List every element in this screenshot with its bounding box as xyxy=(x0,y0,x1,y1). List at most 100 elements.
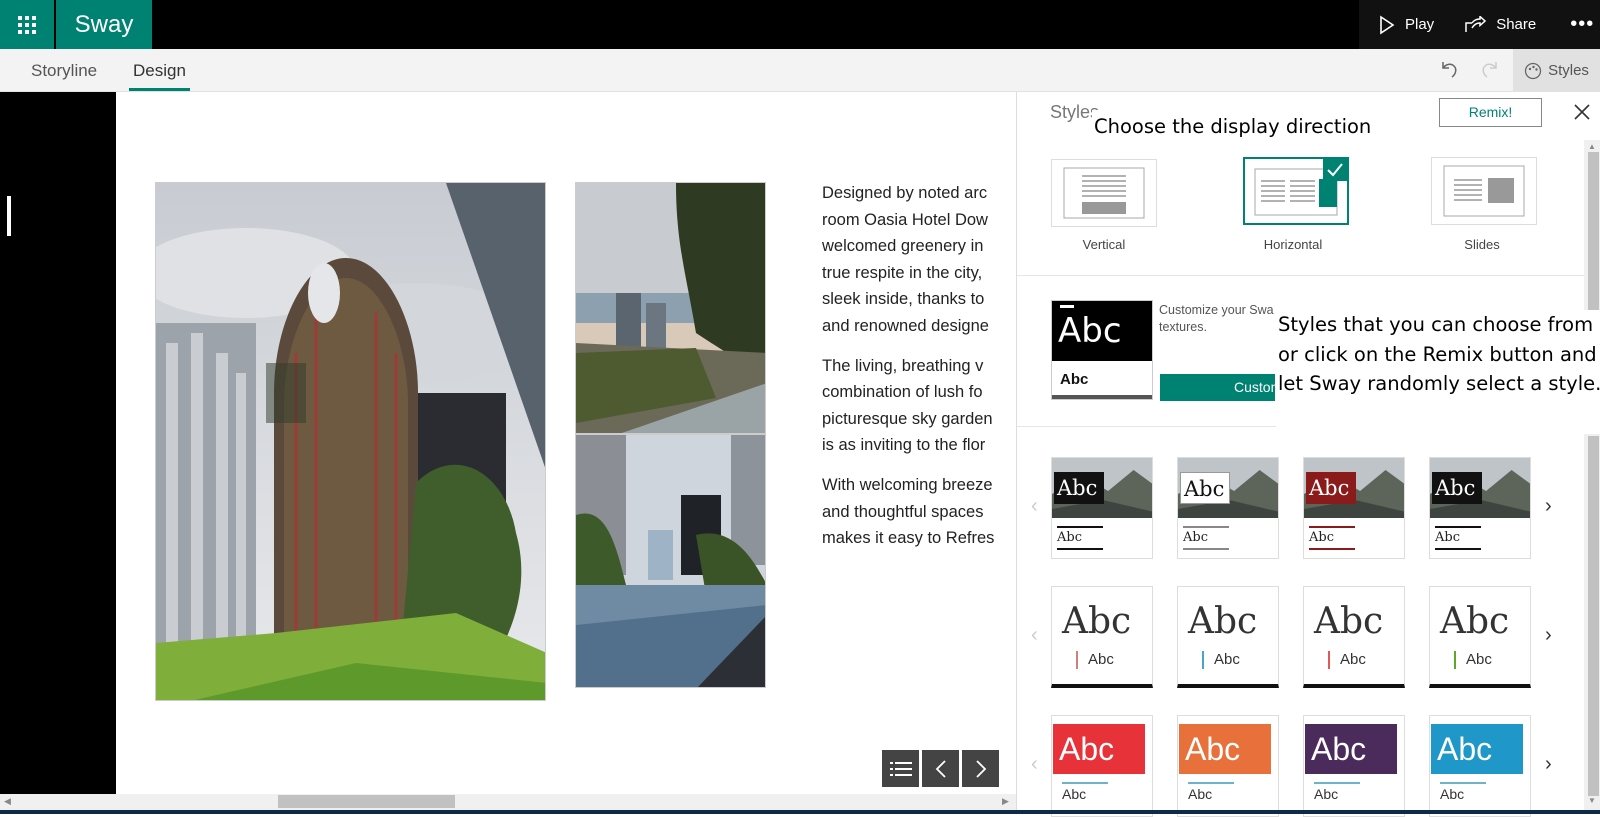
vertical-layout-icon xyxy=(1063,167,1145,219)
customize-button[interactable]: Custon xyxy=(1160,374,1275,401)
scroll-left-arrow-icon[interactable]: ◀ xyxy=(4,796,11,807)
story-text-line: welcomed greenery in xyxy=(822,237,984,256)
style-option-card[interactable]: Abc Abc xyxy=(1177,715,1279,817)
style-option-card[interactable]: Abc Abc xyxy=(1303,457,1405,559)
more-options-button[interactable]: ••• xyxy=(1570,13,1594,36)
style-option-card[interactable]: Abc Abc xyxy=(1429,457,1531,559)
story-paragraph: Designed by noted arc room Oasia Hotel Do… xyxy=(822,180,1016,340)
styles-panel: Styles Remix! Vertical Horizontal Slides… xyxy=(1016,92,1600,817)
undo-button[interactable] xyxy=(1438,59,1460,81)
tab-storyline[interactable]: Storyline xyxy=(31,49,97,92)
story-text: Designed by noted arc room Oasia Hotel Do… xyxy=(822,180,1016,565)
navigation-menu-button[interactable] xyxy=(882,750,919,787)
style-subtitle-text: Abc xyxy=(1440,786,1465,802)
row-next-chevron-icon[interactable]: › xyxy=(1545,495,1552,518)
app-launcher-button[interactable] xyxy=(0,0,54,49)
style-title-box: Abc xyxy=(1179,724,1271,774)
style-title-text: Abc xyxy=(1062,601,1132,642)
rooftop-garden-photo[interactable] xyxy=(575,182,766,434)
preview-small-text: Abc xyxy=(1060,371,1089,388)
style-underline xyxy=(1309,548,1355,550)
row-previous-chevron-icon[interactable]: ‹ xyxy=(1031,624,1038,647)
story-text-line: and renowned designe xyxy=(822,316,989,335)
style-subtitle-text: Abc xyxy=(1088,651,1114,668)
style-underline xyxy=(1309,526,1355,528)
style-title-box: Abc xyxy=(1432,472,1482,504)
top-bar: Sway Play Share ••• xyxy=(0,0,1600,49)
style-option-card[interactable]: Abc Abc xyxy=(1051,457,1153,559)
panel-scrollbar-thumb-top[interactable] xyxy=(1588,152,1599,314)
callout-styles-line3: let Sway randomly select a style. xyxy=(1278,372,1600,395)
remix-button[interactable]: Remix! xyxy=(1439,98,1542,127)
style-preview-card[interactable]: Abc Abc xyxy=(1051,300,1153,400)
style-preview-dark: Abc xyxy=(1052,301,1152,361)
style-option-card[interactable]: Abc Abc xyxy=(1177,586,1279,688)
panel-scrollbar[interactable]: ▲ ▼ xyxy=(1584,140,1600,810)
app-brand[interactable]: Sway xyxy=(56,0,152,49)
style-title-box: Abc xyxy=(1054,472,1104,504)
style-option-card[interactable]: Abc Abc xyxy=(1429,586,1531,688)
styles-button[interactable]: Styles xyxy=(1513,49,1600,92)
style-title-box: Abc xyxy=(1180,472,1230,504)
ellipsis-icon: ••• xyxy=(1570,13,1595,35)
styles-button-label: Styles xyxy=(1548,62,1589,79)
scroll-right-arrow-icon[interactable]: ▶ xyxy=(1002,796,1009,807)
divider xyxy=(1017,275,1585,276)
layout-horizontal-card[interactable] xyxy=(1243,157,1349,225)
infinity-pool-photo[interactable] xyxy=(575,434,766,688)
layout-vertical-card[interactable] xyxy=(1051,159,1157,227)
story-text-line: and thoughtful spaces xyxy=(822,502,984,521)
style-option-card[interactable]: Abc Abc xyxy=(1051,586,1153,688)
play-button[interactable]: Play xyxy=(1379,15,1434,35)
style-title-box: Abc xyxy=(1306,472,1356,504)
hotel-tower-photo[interactable] xyxy=(155,182,546,701)
close-panel-button[interactable] xyxy=(1572,102,1592,122)
style-subtitle-text: Abc xyxy=(1435,530,1460,545)
row-next-chevron-icon[interactable]: › xyxy=(1545,624,1552,647)
redo-icon xyxy=(1482,62,1497,78)
scroll-up-arrow-icon[interactable]: ▲ xyxy=(1588,142,1596,151)
customize-text-line2: textures. xyxy=(1159,320,1207,334)
story-text-line: With welcoming breeze xyxy=(822,475,993,494)
style-option-card[interactable]: Abc Abc xyxy=(1429,715,1531,817)
next-button[interactable] xyxy=(962,750,999,787)
layout-slides-card[interactable] xyxy=(1431,157,1537,225)
scrollbar-thumb[interactable] xyxy=(278,795,455,808)
row-previous-chevron-icon[interactable]: ‹ xyxy=(1031,495,1038,518)
panel-scrollbar-thumb-bottom[interactable] xyxy=(1588,436,1599,796)
style-title-text: Abc xyxy=(1314,601,1384,642)
horizontal-layout-icon xyxy=(1254,159,1347,216)
story-text-line: The living, breathing v xyxy=(822,356,984,375)
style-underline xyxy=(1183,548,1229,550)
scroll-down-arrow-icon[interactable]: ▼ xyxy=(1588,796,1596,805)
story-paragraph: The living, breathing v combination of lu… xyxy=(822,353,1016,459)
callout-styles-info: Styles that you can choose from or click… xyxy=(1276,310,1600,434)
style-underline xyxy=(1057,548,1103,550)
style-underline xyxy=(1183,526,1229,528)
row-next-chevron-icon[interactable]: › xyxy=(1545,753,1552,776)
story-canvas[interactable]: Designed by noted arc room Oasia Hotel Do… xyxy=(116,92,1016,794)
story-text-line: makes it easy to Refres xyxy=(822,529,995,548)
share-button[interactable]: Share xyxy=(1464,15,1536,34)
callout-styles-line1: Styles that you can choose from xyxy=(1278,313,1594,336)
remix-button-label: Remix! xyxy=(1468,104,1513,120)
row-previous-chevron-icon[interactable]: ‹ xyxy=(1031,753,1038,776)
style-subtitle-text: Abc xyxy=(1188,786,1213,802)
style-option-card[interactable]: Abc Abc xyxy=(1303,715,1405,817)
style-option-card[interactable]: Abc Abc xyxy=(1051,715,1153,817)
previous-button[interactable] xyxy=(922,750,959,787)
style-underline xyxy=(1435,526,1481,528)
redo-button[interactable] xyxy=(1479,59,1501,81)
chevron-right-icon xyxy=(975,759,986,778)
story-text-line: combination of lush fo xyxy=(822,383,983,402)
style-option-card[interactable]: Abc Abc xyxy=(1177,457,1279,559)
style-underline xyxy=(1440,782,1486,784)
callout-styles-line2: or click on the Remix button and xyxy=(1278,342,1597,366)
customize-description: Customize your Swa textures. xyxy=(1159,302,1274,336)
style-title-text: Abc xyxy=(1188,601,1258,642)
tab-storyline-label: Storyline xyxy=(31,61,98,80)
palette-icon xyxy=(1524,62,1542,79)
style-option-card[interactable]: Abc Abc xyxy=(1303,586,1405,688)
tab-design[interactable]: Design xyxy=(129,49,190,92)
style-subtitle-text: Abc xyxy=(1057,530,1082,545)
